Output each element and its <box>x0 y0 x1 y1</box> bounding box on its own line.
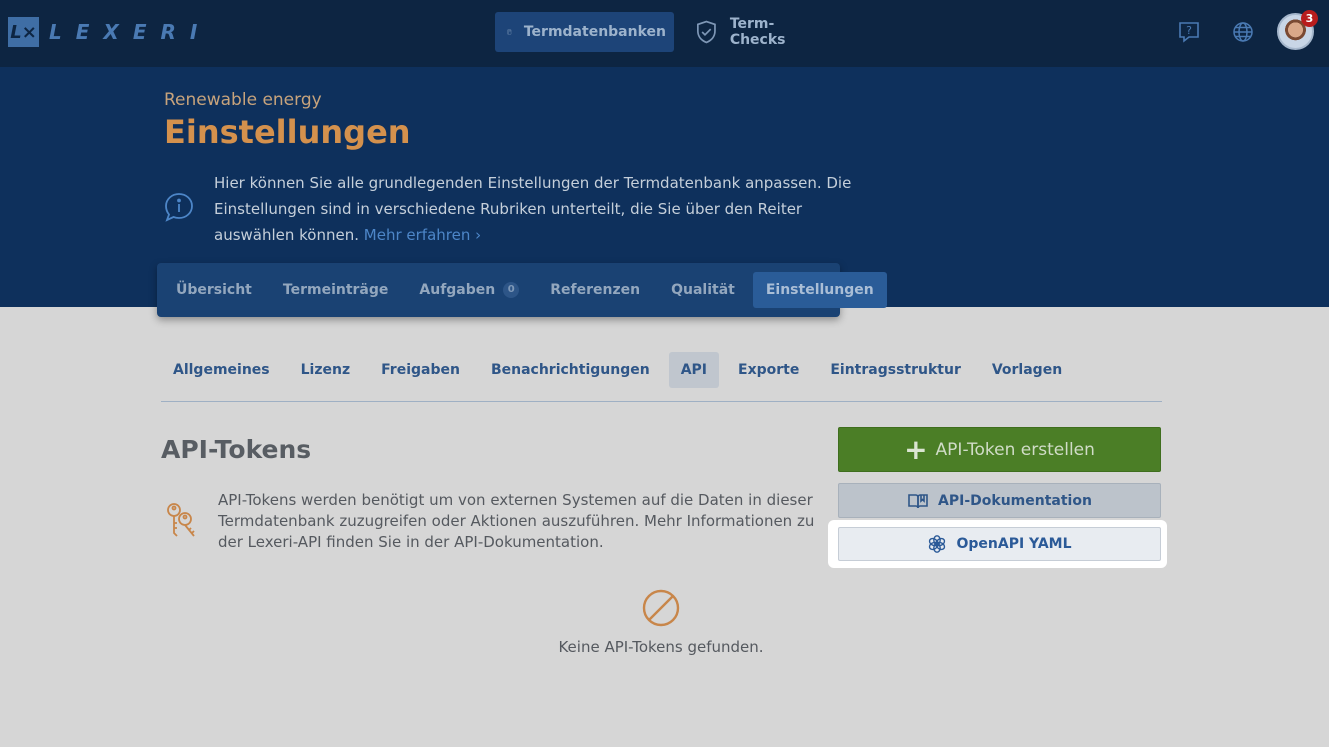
tab-qualitaet[interactable]: Qualität <box>658 272 748 308</box>
subtab-label: Vorlagen <box>991 362 1063 378</box>
api-documentation-label: API-Dokumentation <box>938 492 1092 509</box>
openapi-yaml-label: OpenAPI YAML <box>956 536 1072 552</box>
help-icon[interactable]: ? <box>1177 20 1201 44</box>
tab-uebersicht[interactable]: Übersicht <box>163 272 265 308</box>
tab-label: Referenzen <box>550 282 641 298</box>
learn-more-label: Mehr erfahren <box>363 226 471 244</box>
main-tabs: Übersicht Termeinträge Aufgaben 0 Referen… <box>157 263 887 317</box>
subtab-label: Lizenz <box>300 362 351 378</box>
tab-termeintraege[interactable]: Termeinträge <box>270 272 402 308</box>
notification-badge: 3 <box>1301 10 1318 27</box>
nav-term-checks[interactable]: Term-Checks <box>683 12 833 52</box>
svg-text:?: ? <box>1186 24 1192 37</box>
nav-termdatenbanken[interactable]: Termdatenbanken <box>495 12 674 52</box>
globe-icon[interactable] <box>1231 20 1255 44</box>
info-text: Hier können Sie alle grundlegenden Einst… <box>214 174 852 244</box>
termbase-name: Renewable energy <box>164 90 322 110</box>
book-icon <box>507 29 512 35</box>
tasks-count-badge: 0 <box>503 282 520 298</box>
page-title: Einstellungen <box>164 113 411 151</box>
tab-aufgaben[interactable]: Aufgaben 0 <box>406 272 532 308</box>
subtab-exporte[interactable]: Exporte <box>726 352 811 388</box>
logo-text: LEXERI <box>49 20 212 44</box>
subtab-label: Eintragsstruktur <box>830 362 961 378</box>
create-api-token-button[interactable]: + API-Token erstellen <box>838 427 1161 472</box>
info-description: Hier können Sie alle grundlegenden Einst… <box>214 170 874 248</box>
settings-subtabs: Allgemeines Lizenz Freigaben Benachricht… <box>161 352 1162 402</box>
subtab-label: API <box>680 362 708 378</box>
section-title: API-Tokens <box>161 435 312 464</box>
tab-label: Übersicht <box>176 282 252 298</box>
subtab-label: Allgemeines <box>173 362 270 378</box>
logo-mark: L× <box>8 17 39 47</box>
api-description: API-Tokens werden benötigt um von extern… <box>218 491 815 551</box>
lexeri-logo[interactable]: L× LEXERI <box>8 17 211 47</box>
subtab-lizenz[interactable]: Lizenz <box>289 352 362 388</box>
api-documentation-button[interactable]: API-Dokumentation <box>838 483 1161 518</box>
empty-state-text: Keine API-Tokens gefunden. <box>558 638 764 656</box>
subtab-label: Freigaben <box>381 362 460 378</box>
learn-more-link[interactable]: Mehr erfahren › <box>364 226 481 244</box>
info-icon <box>165 193 193 222</box>
tab-label: Aufgaben <box>419 282 496 298</box>
nav-termdatenbanken-label: Termdatenbanken <box>523 24 666 40</box>
subtab-freigaben[interactable]: Freigaben <box>369 352 472 388</box>
subtab-benachrichtigungen[interactable]: Benachrichtigungen <box>479 352 662 388</box>
subtab-eintragsstruktur[interactable]: Eintragsstruktur <box>818 352 973 388</box>
tab-label: Einstellungen <box>765 282 874 298</box>
shield-check-icon <box>696 20 716 44</box>
subtab-label: Exporte <box>738 362 800 378</box>
tab-label: Termeinträge <box>282 282 389 298</box>
openapi-yaml-button[interactable]: OpenAPI YAML <box>838 527 1161 561</box>
plus-icon: + <box>904 432 928 466</box>
create-api-token-label: API-Token erstellen <box>935 439 1095 460</box>
subtab-allgemeines[interactable]: Allgemeines <box>161 352 282 388</box>
openapi-icon <box>929 535 946 553</box>
tab-label: Qualität <box>671 282 735 298</box>
subtab-api[interactable]: API <box>668 352 720 388</box>
subtab-vorlagen[interactable]: Vorlagen <box>980 352 1074 388</box>
no-entries-icon <box>642 589 680 627</box>
keys-icon <box>167 503 195 537</box>
tab-einstellungen[interactable]: Einstellungen <box>752 272 887 308</box>
top-navigation-bar: L× LEXERI Termdatenbanken Term-Checks ? … <box>0 0 1329 67</box>
nav-term-checks-label: Term-Checks <box>729 16 786 48</box>
open-book-icon <box>908 493 928 508</box>
tab-referenzen[interactable]: Referenzen <box>537 272 653 308</box>
subtab-label: Benachrichtigungen <box>490 362 650 378</box>
